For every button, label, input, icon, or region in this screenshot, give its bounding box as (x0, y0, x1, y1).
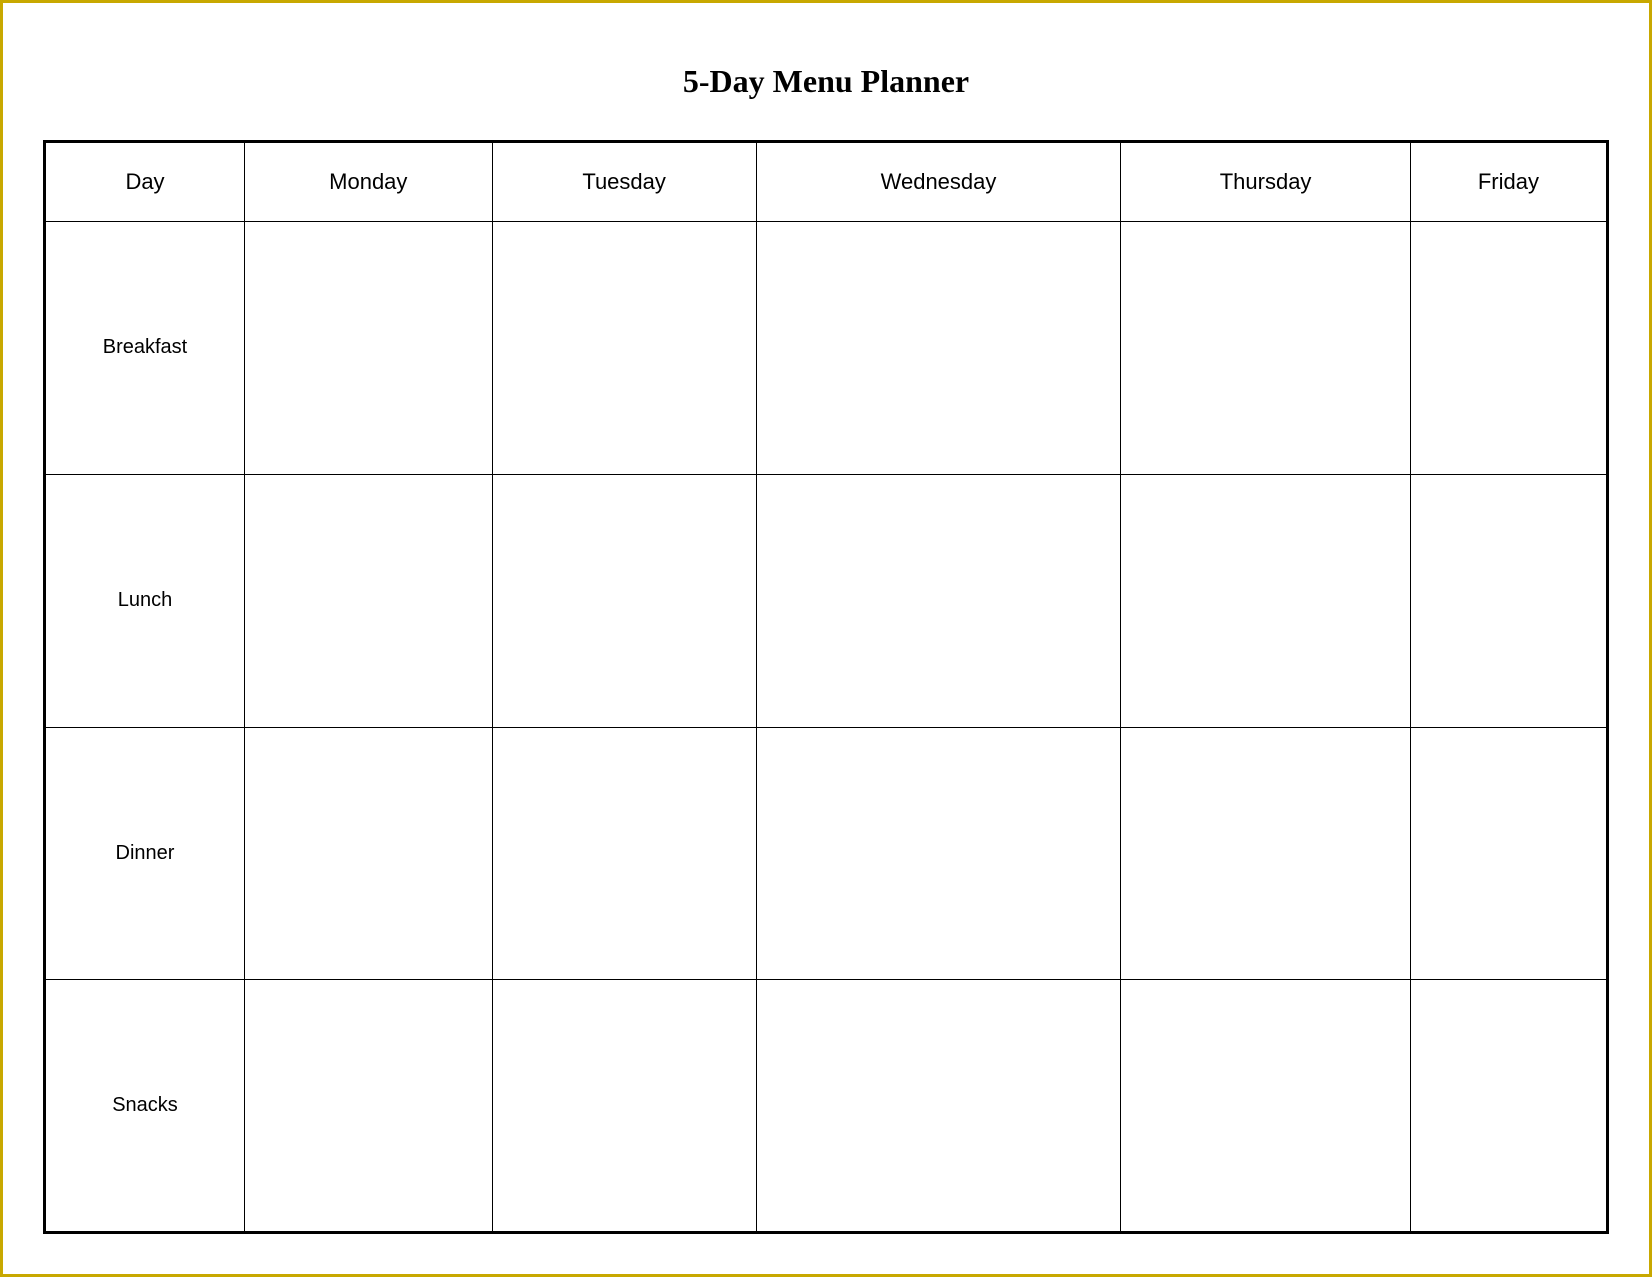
label-lunch: Lunch (45, 474, 245, 727)
page-title: 5-Day Menu Planner (683, 63, 969, 100)
menu-planner-table: Day Monday Tuesday Wednesday Thursday Fr… (43, 140, 1609, 1234)
label-breakfast: Breakfast (45, 222, 245, 475)
label-dinner: Dinner (45, 727, 245, 980)
cell-breakfast-thursday[interactable] (1121, 222, 1411, 475)
header-wednesday: Wednesday (756, 142, 1121, 222)
cell-breakfast-tuesday[interactable] (492, 222, 756, 475)
cell-breakfast-friday[interactable] (1410, 222, 1607, 475)
row-dinner: Dinner (45, 727, 1608, 980)
row-breakfast: Breakfast (45, 222, 1608, 475)
header-friday: Friday (1410, 142, 1607, 222)
header-day: Day (45, 142, 245, 222)
cell-snacks-tuesday[interactable] (492, 980, 756, 1233)
cell-dinner-friday[interactable] (1410, 727, 1607, 980)
cell-dinner-thursday[interactable] (1121, 727, 1411, 980)
header-row: Day Monday Tuesday Wednesday Thursday Fr… (45, 142, 1608, 222)
header-monday: Monday (245, 142, 493, 222)
cell-breakfast-wednesday[interactable] (756, 222, 1121, 475)
cell-breakfast-monday[interactable] (245, 222, 493, 475)
cell-snacks-monday[interactable] (245, 980, 493, 1233)
cell-snacks-wednesday[interactable] (756, 980, 1121, 1233)
cell-dinner-tuesday[interactable] (492, 727, 756, 980)
cell-snacks-thursday[interactable] (1121, 980, 1411, 1233)
cell-lunch-monday[interactable] (245, 474, 493, 727)
header-thursday: Thursday (1121, 142, 1411, 222)
cell-dinner-monday[interactable] (245, 727, 493, 980)
row-lunch: Lunch (45, 474, 1608, 727)
label-snacks: Snacks (45, 980, 245, 1233)
cell-lunch-thursday[interactable] (1121, 474, 1411, 727)
cell-lunch-friday[interactable] (1410, 474, 1607, 727)
cell-snacks-friday[interactable] (1410, 980, 1607, 1233)
row-snacks: Snacks (45, 980, 1608, 1233)
cell-lunch-wednesday[interactable] (756, 474, 1121, 727)
cell-lunch-tuesday[interactable] (492, 474, 756, 727)
cell-dinner-wednesday[interactable] (756, 727, 1121, 980)
header-tuesday: Tuesday (492, 142, 756, 222)
